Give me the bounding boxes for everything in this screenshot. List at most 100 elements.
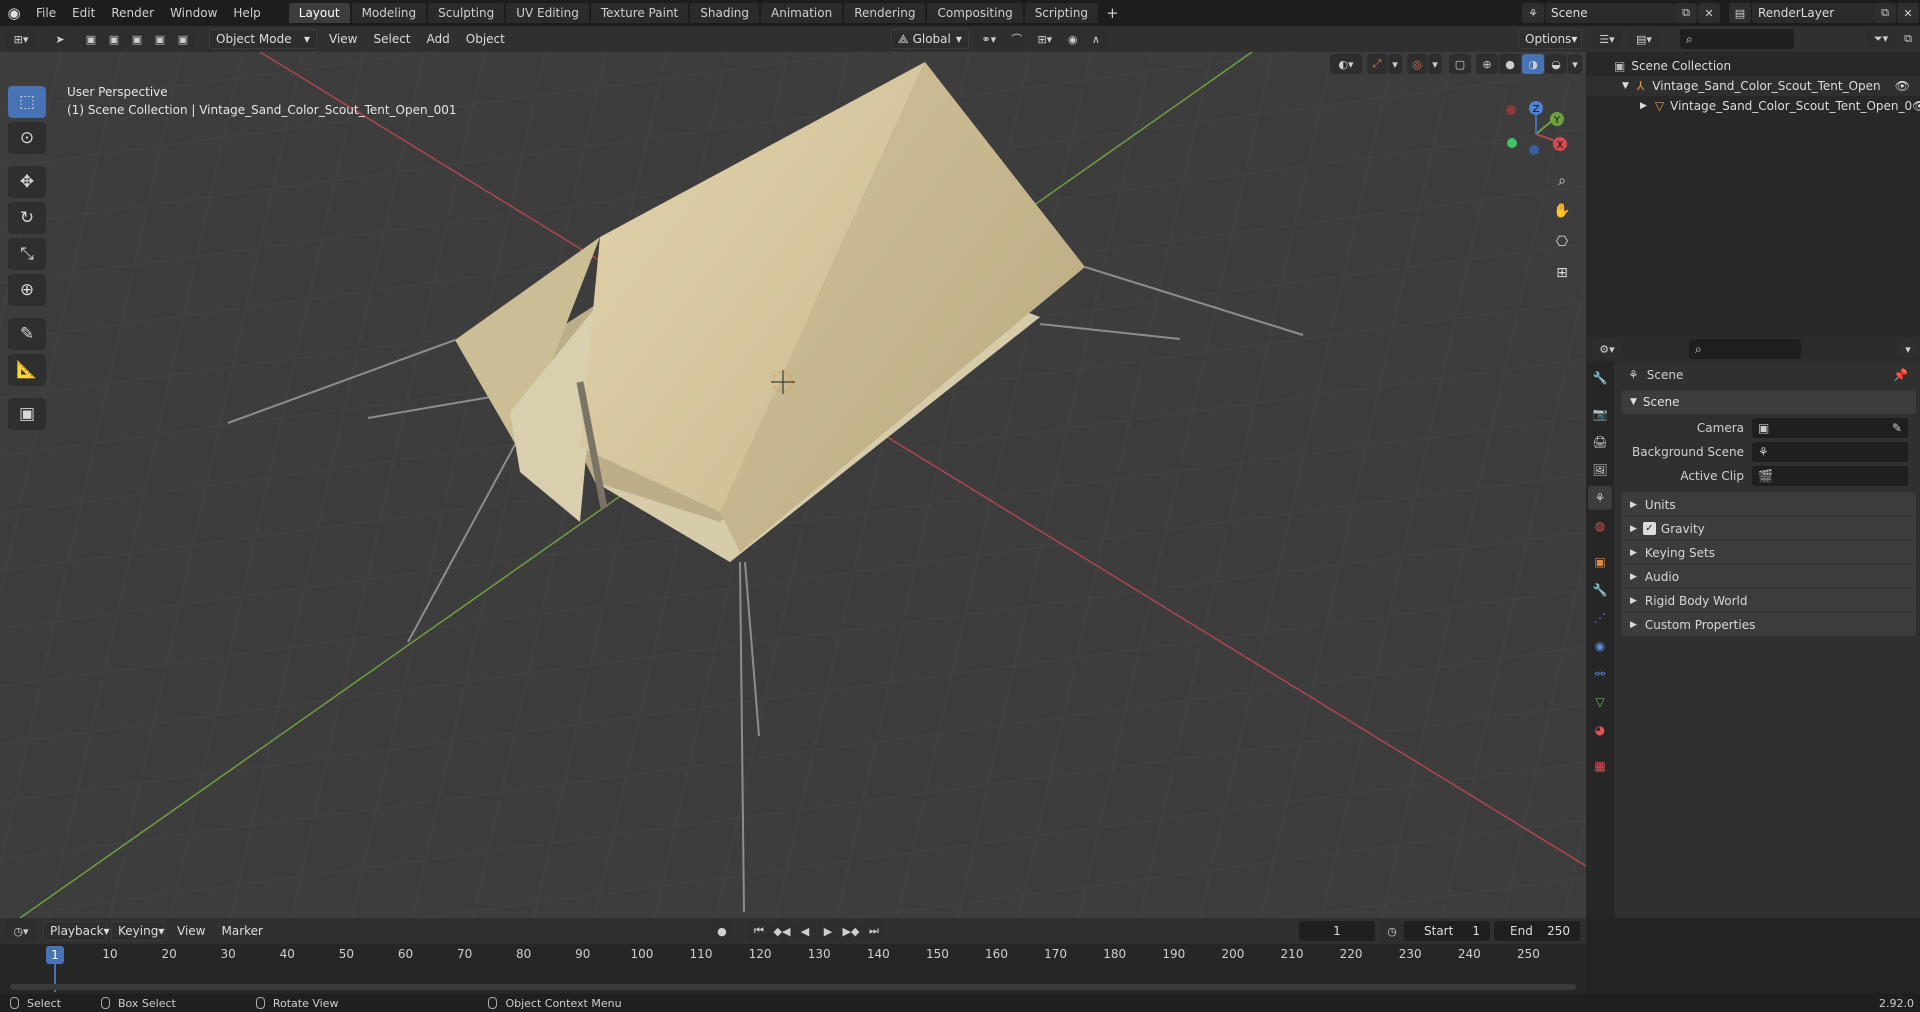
new-scene-icon[interactable]: ⧉ <box>1675 3 1697 23</box>
new-collection-icon[interactable]: ⧉ <box>1897 29 1919 49</box>
blender-logo-icon[interactable]: ◉ <box>0 0 28 26</box>
keying-dropdown[interactable]: Keying ▾ <box>111 921 165 941</box>
tab-layout[interactable]: Layout <box>288 3 350 23</box>
outliner-editor-type-icon[interactable]: ☰▾ <box>1592 29 1622 49</box>
zoom-icon[interactable]: ⌕ <box>1549 168 1575 194</box>
filter-icon[interactable]: ⏷▾ <box>1866 29 1896 49</box>
shading-solid-icon[interactable]: ● <box>1499 54 1521 74</box>
transform-orientation-dropdown[interactable]: ⟁ Global ▾ <box>890 29 969 49</box>
viewport-menu-object[interactable]: Object <box>458 26 513 52</box>
gizmo-neg-z-icon[interactable] <box>1529 145 1539 155</box>
perspective-toggle-icon[interactable]: ⊞ <box>1549 260 1575 286</box>
tab-sculpting[interactable]: Sculpting <box>428 3 505 23</box>
options-dropdown[interactable]: Options ▾ <box>1518 29 1582 49</box>
world-tab-icon[interactable]: ◍ <box>1588 514 1612 538</box>
menu-render[interactable]: Render <box>103 0 162 26</box>
object-mode-dropdown[interactable]: Object Mode ▾ <box>209 29 317 49</box>
visibility-eye-icon[interactable]: 👁 <box>1912 99 1920 113</box>
play-reverse-icon[interactable]: ◀ <box>793 921 816 941</box>
shading-wireframe-icon[interactable]: ⊕ <box>1476 54 1498 74</box>
delete-scene-icon[interactable]: ✕ <box>1698 3 1720 23</box>
preview-range-icon[interactable]: ◷ <box>1381 921 1403 941</box>
jump-keyframe-back-icon[interactable]: ◆◀ <box>770 921 793 941</box>
menu-edit[interactable]: Edit <box>64 0 103 26</box>
view-layer-tab-icon[interactable]: 🖼 <box>1588 458 1612 482</box>
rotate-tool-icon[interactable]: ↻ <box>8 202 46 234</box>
viewport-menu-select[interactable]: Select <box>365 26 418 52</box>
subpanel-audio[interactable]: ▶ Audio <box>1622 564 1916 588</box>
timeline-ruler[interactable]: 10 20 30 40 50 60 70 80 90 100 110 120 130 140 150 160 1… <box>0 944 1586 994</box>
scale-tool-icon[interactable]: ⤡ <box>8 238 46 270</box>
properties-options-icon[interactable]: ▾ <box>1897 339 1919 359</box>
jump-start-icon[interactable]: ⏮ <box>747 921 770 941</box>
jump-keyframe-forward-icon[interactable]: ▶◆ <box>839 921 862 941</box>
viewport-menu-view[interactable]: View <box>321 26 365 52</box>
active-clip-field[interactable]: 🎬 <box>1752 466 1908 486</box>
particles-tab-icon[interactable]: ⋰ <box>1588 606 1612 630</box>
select-mode-intersect-icon[interactable]: ▣ <box>172 29 194 49</box>
current-frame-marker[interactable]: 1 <box>46 946 64 964</box>
proportional-falloff-icon[interactable]: ∧ <box>1084 29 1107 49</box>
measure-tool-icon[interactable]: 📐 <box>8 354 46 386</box>
background-scene-field[interactable]: ⚘ <box>1752 442 1908 462</box>
texture-tab-icon[interactable]: ▦ <box>1588 754 1612 778</box>
select-mode-extend-icon[interactable]: ▣ <box>103 29 125 49</box>
physics-tab-icon[interactable]: ◉ <box>1588 634 1612 658</box>
gravity-checkbox[interactable]: ✓ <box>1642 522 1656 535</box>
add-workspace-icon[interactable]: + <box>1100 4 1125 22</box>
menu-help[interactable]: Help <box>225 0 268 26</box>
xray-toggle-icon[interactable]: ▢ <box>1449 54 1471 74</box>
overlays-dropdown-icon[interactable]: ▾ <box>1428 54 1442 74</box>
subpanel-units[interactable]: ▶ Units <box>1622 492 1916 516</box>
constraints-tab-icon[interactable]: ⚯ <box>1588 662 1612 686</box>
gizmo-neg-x-icon[interactable] <box>1506 105 1516 115</box>
snap-toggle-icon[interactable]: ⌒ <box>1005 29 1028 49</box>
data-tab-icon[interactable]: ▽ <box>1588 690 1612 714</box>
subpanel-custom-properties[interactable]: ▶ Custom Properties <box>1622 612 1916 636</box>
scene-selector[interactable]: Scene <box>1545 3 1675 23</box>
tab-modeling[interactable]: Modeling <box>351 3 427 23</box>
record-button-icon[interactable]: ● <box>710 921 733 941</box>
new-view-layer-icon[interactable]: ⧉ <box>1874 3 1896 23</box>
timeline-menu-marker[interactable]: Marker <box>213 918 270 944</box>
select-mode-subtract-icon[interactable]: ▣ <box>126 29 148 49</box>
subpanel-rigid-body-world[interactable]: ▶ Rigid Body World <box>1622 588 1916 612</box>
display-mode-icon[interactable]: ▤▾ <box>1629 29 1659 49</box>
gizmo-dropdown-icon[interactable]: ▾ <box>1388 54 1402 74</box>
select-mode-invert-icon[interactable]: ▣ <box>149 29 171 49</box>
gizmo-neg-y-icon[interactable] <box>1507 138 1517 148</box>
tab-texture-paint[interactable]: Texture Paint <box>590 3 689 23</box>
outliner-item-tent-open-0[interactable]: ▶ ▽ Vintage_Sand_Color_Scout_Tent_Open_0… <box>1586 96 1920 116</box>
select-tool-icon[interactable]: ➤ <box>49 29 71 49</box>
delete-view-layer-icon[interactable]: ✕ <box>1897 3 1919 23</box>
pin-icon[interactable]: 📌 <box>1893 368 1908 382</box>
navigation-gizmo[interactable]: Y X Z <box>1496 94 1576 174</box>
tab-compositing[interactable]: Compositing <box>927 3 1023 23</box>
annotate-tool-icon[interactable]: ✎ <box>8 318 46 350</box>
properties-editor-type-icon[interactable]: ⚙▾ <box>1592 339 1622 359</box>
output-tab-icon[interactable]: 🖨 <box>1588 430 1612 454</box>
tab-rendering[interactable]: Rendering <box>844 3 926 23</box>
current-frame-field[interactable]: 1 <box>1299 921 1375 941</box>
properties-search-input[interactable]: ⌕ <box>1689 339 1801 359</box>
proportional-editing-icon[interactable]: ◉ <box>1061 29 1084 49</box>
tab-animation[interactable]: Animation <box>761 3 843 23</box>
modifier-tab-icon[interactable]: 🔧 <box>1588 578 1612 602</box>
timeline-editor-type-icon[interactable]: ◷▾ <box>6 921 36 941</box>
outliner-search-input[interactable]: ⌕ <box>1680 29 1794 49</box>
expand-arrow-icon[interactable]: ▼ <box>1622 81 1629 91</box>
visibility-selectability-icon[interactable]: ◐▾ <box>1330 54 1362 74</box>
tab-scripting[interactable]: Scripting <box>1024 3 1099 23</box>
material-tab-icon[interactable]: ◕ <box>1588 718 1612 742</box>
tool-tab-icon[interactable]: 🔧 <box>1588 366 1612 390</box>
snap-settings-icon[interactable]: ⊞▾ <box>1028 29 1061 49</box>
menu-file[interactable]: File <box>28 0 64 26</box>
shading-rendered-icon[interactable]: ◒ <box>1545 54 1567 74</box>
start-frame-field[interactable]: Start 1 <box>1404 921 1490 941</box>
timeline-menu-view[interactable]: View <box>169 918 213 944</box>
shading-dropdown-icon[interactable]: ▾ <box>1568 54 1582 74</box>
shading-material-icon[interactable]: ◑ <box>1522 54 1544 74</box>
select-mode-new-icon[interactable]: ▣ <box>80 29 102 49</box>
tab-shading[interactable]: Shading <box>690 3 759 23</box>
jump-end-icon[interactable]: ⏭ <box>862 921 885 941</box>
